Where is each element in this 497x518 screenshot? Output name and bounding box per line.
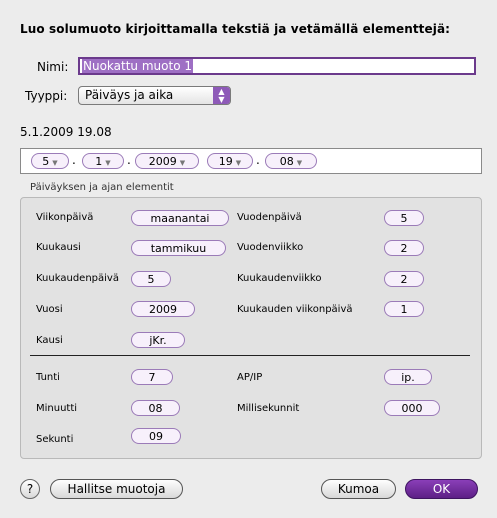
minute-element[interactable]: 08	[131, 400, 180, 416]
ms-element[interactable]: 000	[384, 400, 440, 416]
format-preview: 5.1.2009 19.08	[20, 125, 112, 139]
weekday-label: Viikonpäivä	[36, 212, 94, 223]
type-value: Päiväys ja aika	[85, 88, 174, 102]
token-month[interactable]: 1 ▼	[82, 153, 124, 169]
cancel-button[interactable]: Kumoa	[321, 479, 396, 499]
token-hour-value: 19	[218, 155, 233, 168]
year-element[interactable]: 2009	[131, 301, 195, 317]
weekdayofmonth-element[interactable]: 1	[384, 301, 424, 317]
hour-element[interactable]: 7	[131, 369, 173, 385]
era-element[interactable]: jKr.	[131, 332, 185, 348]
token-separator: .	[127, 153, 131, 167]
minute-label: Minuutti	[36, 403, 78, 414]
weekofyear-label: Vuodenviikko	[237, 242, 304, 253]
dayofmonth-element[interactable]: 5	[131, 271, 171, 287]
token-month-value: 1	[95, 155, 103, 168]
token-day[interactable]: 5 ▼	[31, 153, 69, 169]
token-separator: .	[256, 153, 260, 167]
ampm-label: AP/IP	[237, 372, 263, 383]
elements-group-title: Päiväyksen ja ajan elementit	[30, 182, 174, 193]
dayofmonth-label: Kuukaudenpäivä	[36, 273, 119, 284]
chevron-down-icon: ▼	[52, 159, 58, 167]
month-element[interactable]: tammikuu	[131, 240, 226, 256]
elements-group	[20, 197, 482, 459]
custom-format-dialog: Luo solumuoto kirjoittamalla tekstiä ja …	[0, 0, 497, 518]
token-separator: .	[72, 153, 76, 167]
token-minute[interactable]: 08 ▼	[265, 153, 317, 169]
format-field[interactable]: 5 ▼ . 1 ▼ . 2009 ▼ 19 ▼ . 08 ▼	[20, 148, 482, 174]
weekofmonth-label: Kuukaudenviikko	[237, 273, 322, 284]
hour-label: Tunti	[36, 372, 60, 383]
name-input[interactable]: Nuokattu muoto 1	[78, 57, 476, 75]
divider	[30, 355, 470, 356]
chevron-down-icon: ▼	[296, 159, 303, 167]
weekday-element[interactable]: maanantai	[131, 210, 229, 226]
token-day-value: 5	[42, 155, 50, 168]
second-element[interactable]: 09	[131, 428, 181, 444]
weekofyear-element[interactable]: 2	[384, 240, 424, 256]
token-year[interactable]: 2009 ▼	[135, 153, 199, 169]
dialog-title: Luo solumuoto kirjoittamalla tekstiä ja …	[20, 22, 451, 36]
chevron-down-icon: ▼	[105, 159, 111, 167]
second-label: Sekunti	[36, 434, 74, 445]
name-label: Nimi:	[37, 60, 69, 74]
dayofyear-element[interactable]: 5	[384, 210, 424, 226]
chevron-down-icon: ▼	[235, 159, 242, 167]
name-value: Nuokattu muoto 1	[82, 59, 193, 73]
help-button[interactable]: ?	[20, 479, 40, 499]
weekofmonth-element[interactable]: 2	[384, 271, 424, 287]
token-minute-value: 08	[279, 155, 294, 168]
token-year-value: 2009	[148, 155, 177, 168]
dayofyear-label: Vuodenpäivä	[237, 212, 302, 223]
ampm-element[interactable]: ip.	[384, 369, 432, 385]
year-label: Vuosi	[36, 304, 63, 315]
updown-arrows-icon: ▲ ▼	[213, 87, 230, 104]
type-label: Tyyppi:	[25, 89, 68, 103]
ok-button[interactable]: OK	[405, 479, 478, 499]
ms-label: Millisekunnit	[237, 403, 300, 414]
weekdayofmonth-label: Kuukauden viikonpäivä	[237, 304, 353, 315]
type-select[interactable]: Päiväys ja aika ▲ ▼	[78, 86, 231, 105]
token-hour[interactable]: 19 ▼	[207, 153, 253, 169]
era-label: Kausi	[36, 335, 63, 346]
chevron-down-icon: ▼	[179, 159, 186, 167]
manage-formats-button[interactable]: Hallitse muotoja	[50, 479, 183, 499]
month-label: Kuukausi	[36, 242, 81, 253]
